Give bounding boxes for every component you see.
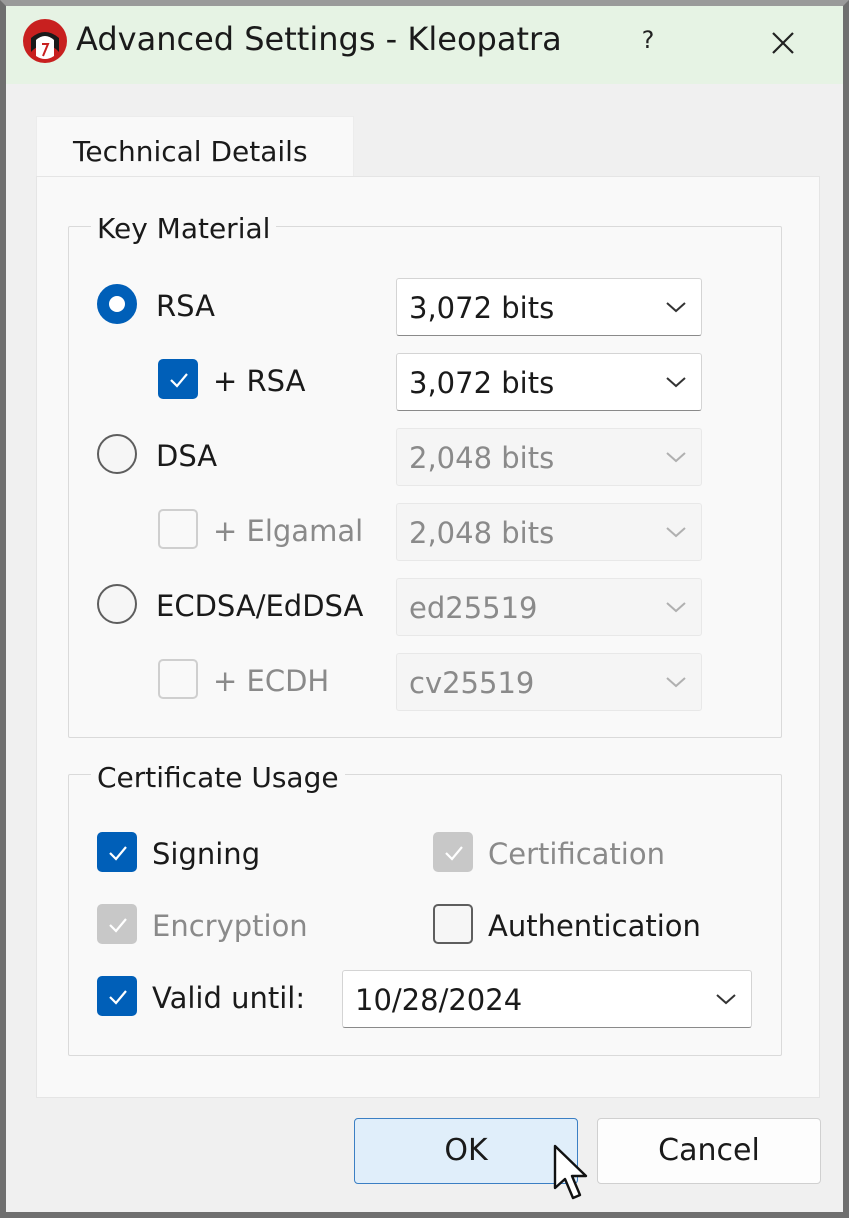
ecdsa-curve-value: ed25519 — [409, 591, 538, 625]
ecdh-subkey-label: + ECDH — [213, 664, 330, 698]
window-title: Advanced Settings - Kleopatra — [76, 20, 562, 58]
dsa-radio[interactable] — [97, 434, 137, 474]
ecdh-subkey-checkbox — [158, 659, 198, 699]
checkmark-icon — [445, 846, 463, 861]
rsa-subkey-size-value: 3,072 bits — [409, 366, 555, 400]
ok-button[interactable]: OK — [354, 1118, 578, 1184]
ecdh-curve-select: cv25519 — [396, 653, 702, 711]
mouse-pointer-icon — [553, 1144, 588, 1200]
signing-checkbox[interactable] — [97, 832, 137, 872]
rsa-key-size-select[interactable]: 3,072 bits — [396, 278, 702, 336]
checkmark-icon — [109, 918, 127, 933]
ecdh-curve-value: cv25519 — [409, 666, 535, 700]
checkmark-icon — [109, 990, 127, 1005]
certificate-usage-title: Certificate Usage — [91, 761, 345, 794]
close-icon[interactable] — [760, 20, 806, 66]
elgamal-subkey-label: + Elgamal — [213, 514, 364, 548]
chevron-down-icon — [666, 302, 686, 313]
checkmark-icon — [109, 846, 127, 861]
kleopatra-app-icon — [23, 19, 67, 63]
elgamal-subkey-size-select: 2,048 bits — [396, 503, 702, 561]
cancel-button[interactable]: Cancel — [597, 1118, 821, 1184]
valid-until-label: Valid until: — [152, 981, 306, 1015]
ecdsa-curve-select: ed25519 — [396, 578, 702, 636]
chevron-down-icon — [666, 377, 686, 388]
chevron-down-icon — [716, 994, 736, 1005]
dsa-key-size-select: 2,048 bits — [396, 428, 702, 486]
chevron-down-icon — [666, 602, 686, 613]
advanced-settings-dialog: Advanced Settings - Kleopatra ? Technica… — [0, 0, 849, 1218]
chevron-down-icon — [666, 527, 686, 538]
dsa-key-size-value: 2,048 bits — [409, 441, 555, 475]
checkmark-icon — [170, 373, 188, 388]
rsa-label: RSA — [156, 289, 215, 323]
certification-label: Certification — [488, 837, 665, 871]
chevron-down-icon — [666, 677, 686, 688]
key-material-title: Key Material — [91, 212, 277, 245]
chevron-down-icon — [666, 452, 686, 463]
elgamal-subkey-checkbox — [158, 509, 198, 549]
title-bar: Advanced Settings - Kleopatra ? — [6, 6, 843, 84]
authentication-checkbox[interactable] — [433, 904, 473, 944]
rsa-key-size-value: 3,072 bits — [409, 291, 555, 325]
ecdsa-radio[interactable] — [97, 584, 137, 624]
help-button[interactable]: ? — [628, 20, 668, 60]
authentication-label: Authentication — [488, 909, 701, 943]
elgamal-subkey-size-value: 2,048 bits — [409, 516, 555, 550]
rsa-radio[interactable] — [97, 284, 137, 324]
signing-label: Signing — [152, 837, 261, 871]
expiry-date-value: 10/28/2024 — [355, 983, 523, 1017]
rsa-subkey-checkbox[interactable] — [158, 359, 198, 399]
valid-until-checkbox[interactable] — [97, 976, 137, 1016]
rsa-subkey-size-select[interactable]: 3,072 bits — [396, 353, 702, 411]
ecdsa-label: ECDSA/EdDSA — [156, 589, 364, 623]
dsa-label: DSA — [156, 439, 218, 473]
rsa-subkey-label: + RSA — [213, 364, 306, 398]
tab-technical-details[interactable]: Technical Details — [36, 116, 354, 182]
expiry-date-picker[interactable]: 10/28/2024 — [342, 970, 752, 1028]
encryption-label: Encryption — [152, 909, 308, 943]
encryption-checkbox — [97, 904, 137, 944]
certification-checkbox — [433, 832, 473, 872]
